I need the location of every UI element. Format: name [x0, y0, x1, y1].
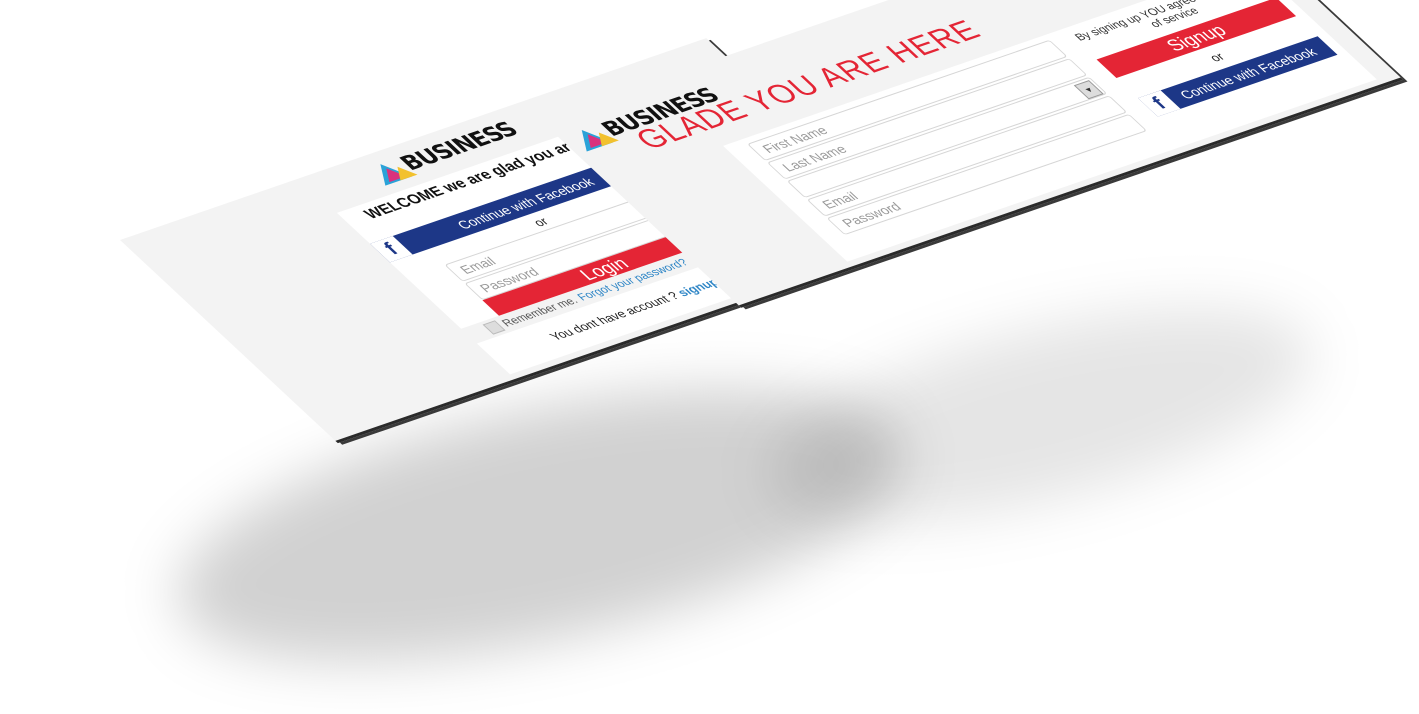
dropdown-arrow-icon[interactable]: ▾ [1073, 80, 1104, 100]
mockup-scene: BUSINESS WELCOME we are glad you are her… [0, 0, 1419, 714]
signup-card: First Name Last Name ▾ Email Password By… [723, 0, 1377, 262]
left-phone-shadow [154, 335, 926, 714]
logo-triangle-icon [568, 125, 619, 152]
facebook-icon: f [370, 235, 413, 263]
facebook-icon: f [1137, 90, 1181, 117]
logo-triangle-icon [367, 159, 418, 186]
